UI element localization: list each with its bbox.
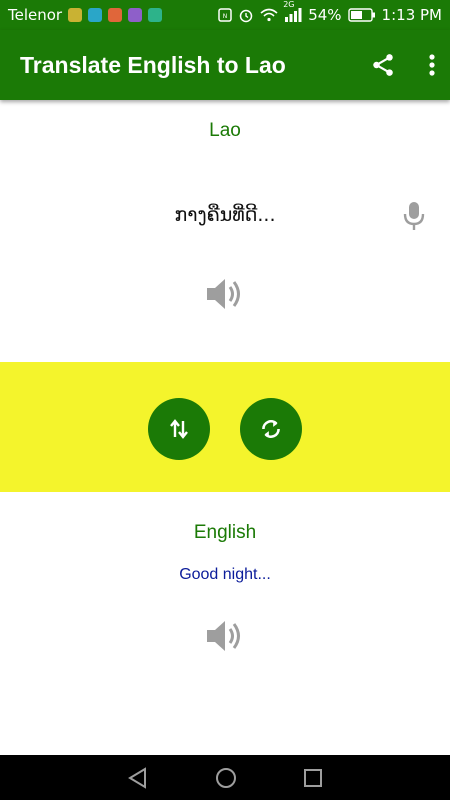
- translated-text: Good night...: [179, 566, 271, 583]
- recents-icon[interactable]: [303, 768, 323, 788]
- source-language-label: Lao: [209, 120, 241, 141]
- microphone-icon[interactable]: [402, 200, 426, 232]
- carrier-label: Telenor: [8, 6, 63, 24]
- battery-icon: [347, 8, 376, 22]
- swap-vertical-icon: [168, 417, 190, 441]
- target-speaker-icon[interactable]: [205, 618, 245, 654]
- network-type-label: 2G: [283, 0, 295, 9]
- alarm-icon: [238, 7, 254, 23]
- refresh-button[interactable]: [240, 398, 302, 460]
- broom-notification-icon: [68, 8, 83, 22]
- target-language-label: English: [193, 522, 257, 543]
- source-speaker-icon[interactable]: [205, 276, 245, 312]
- svg-text:N: N: [223, 13, 228, 20]
- app-title: Translate English to Lao: [20, 51, 286, 78]
- wifi-icon: [260, 8, 278, 22]
- home-icon[interactable]: [215, 767, 237, 789]
- app-notification-icon: [128, 8, 143, 22]
- battery-percent: 54%: [308, 6, 342, 24]
- navigation-bar: [0, 755, 450, 800]
- back-icon[interactable]: [127, 766, 149, 789]
- app-bar: Translate English to Lao: [0, 30, 450, 100]
- clock: 1:13 PM: [381, 6, 442, 24]
- download-notification-icon: [148, 8, 163, 22]
- share-icon[interactable]: [370, 52, 396, 78]
- swap-languages-button[interactable]: [148, 398, 210, 460]
- controls-band: [0, 362, 450, 492]
- nfc-icon: N: [218, 8, 232, 22]
- source-text: ກາງຄືນທີ່ດີ...: [174, 204, 276, 226]
- face-notification-icon: [108, 8, 123, 22]
- chat-notification-icon: [88, 8, 103, 22]
- status-bar: Telenor N 2G 54% 1:13 PM: [0, 0, 450, 30]
- signal-icon: 2G: [283, 0, 302, 22]
- more-vert-icon[interactable]: [428, 53, 436, 77]
- refresh-icon: [258, 416, 284, 442]
